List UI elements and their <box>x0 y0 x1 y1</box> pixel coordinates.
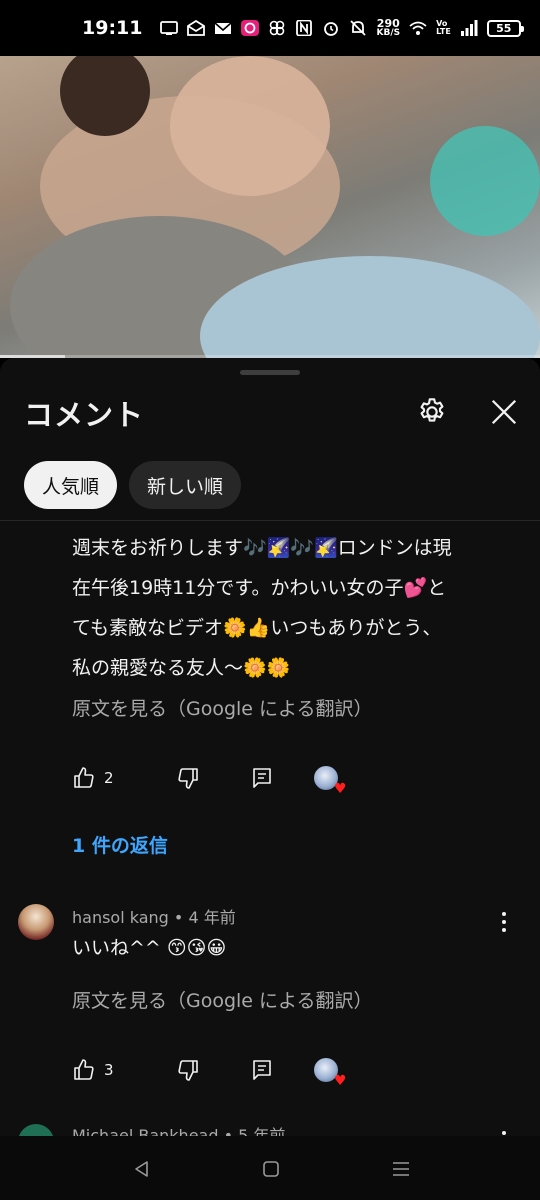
network-speed-unit: KB/S <box>376 28 401 38</box>
nav-recents-button[interactable] <box>386 1154 416 1184</box>
creator-heart: ♥ <box>313 1057 347 1088</box>
status-time: 19:11 <box>82 17 143 39</box>
comment-dot: • <box>173 908 189 927</box>
avatar[interactable] <box>18 1124 54 1136</box>
like-button[interactable]: 3 <box>72 1058 114 1082</box>
volte-indicator: Vo LTE <box>436 20 451 36</box>
dislike-button[interactable] <box>176 766 200 790</box>
comment-text: いいね^^ 😙😘😀 <box>72 937 227 959</box>
comment-text-line: 在午後19時11分です。かわいい女の子💕と <box>72 577 447 599</box>
menu-lines-icon <box>393 1162 409 1176</box>
mail-icon <box>214 20 233 36</box>
video-player[interactable] <box>0 56 540 358</box>
comment-author[interactable]: Michael Bankhead <box>72 1126 219 1136</box>
comment-dot: • <box>223 1126 239 1136</box>
view-replies-link[interactable]: 1 件の返信 <box>72 831 168 858</box>
comment-reply-icon <box>252 768 271 788</box>
comment-time: 5 年前 <box>238 1126 286 1136</box>
comment-actions: 3 ♥ <box>72 1055 347 1088</box>
heart-icon: ♥ <box>333 1073 347 1089</box>
comment-author-line: hansol kang • 4 年前 <box>72 904 236 928</box>
close-icon <box>491 399 517 425</box>
home-square-icon <box>263 1161 279 1177</box>
gear-icon <box>420 398 444 422</box>
sort-chip-newest[interactable]: 新しい順 <box>129 461 242 509</box>
pinwheel-icon <box>268 20 286 36</box>
sort-chip-top[interactable]: 人気順 <box>24 461 118 509</box>
see-original-link[interactable]: 原文を見る（Google による翻訳） <box>72 986 372 1013</box>
close-button[interactable] <box>486 394 522 430</box>
volte-bottom: LTE <box>436 27 451 36</box>
nav-home-button[interactable] <box>256 1154 286 1184</box>
thumbs-down-icon <box>177 768 198 789</box>
comment-reply-icon <box>252 1060 271 1080</box>
drag-handle[interactable] <box>240 370 300 375</box>
mail-open-icon <box>187 20 206 36</box>
thumbs-up-icon <box>74 767 94 788</box>
heart-icon: ♥ <box>333 781 347 797</box>
see-original-link[interactable]: 原文を見る（Google による翻訳） <box>72 694 372 721</box>
wifi-icon <box>409 20 427 36</box>
back-triangle-icon <box>135 1161 148 1177</box>
comment-actions: 2 ♥ <box>72 763 347 796</box>
alarm-icon <box>322 20 340 36</box>
thumbs-down-icon <box>177 1060 198 1081</box>
comment-author-line: Michael Bankhead • 5 年前 <box>72 1122 285 1136</box>
network-speed: 290 KB/S <box>376 18 400 38</box>
comment-text: 週末をお祈りします🎶🌠🎶🌠ロンドンは現 在午後19時11分です。かわいい女の子💕… <box>72 528 512 688</box>
creator-heart: ♥ <box>313 765 347 796</box>
sort-chips: 人気順 新しい順 <box>24 461 242 509</box>
status-bar: 19:11 290 KB/S Vo LTE 55 <box>0 0 540 56</box>
sheet-title: コメント <box>24 398 145 432</box>
like-button[interactable]: 2 <box>72 766 114 790</box>
signal-icon <box>460 20 478 36</box>
comment-text-line: ても素敵なビデオ🌼👍いつもありがとう、 <box>72 617 442 639</box>
thumbs-up-icon <box>74 1059 94 1080</box>
video-frame-region <box>430 126 540 236</box>
mute-icon <box>349 20 367 36</box>
like-count: 3 <box>104 1061 114 1079</box>
status-icons: 290 KB/S Vo LTE 55 <box>160 18 524 38</box>
like-count: 2 <box>104 769 114 787</box>
avatar[interactable] <box>18 904 54 940</box>
app-notification-icon <box>241 20 260 36</box>
comment-text-line: 週末をお祈りします🎶🌠🎶🌠ロンドンは現 <box>72 537 452 559</box>
more-options-button[interactable] <box>494 1128 514 1136</box>
comment-time: 4 年前 <box>188 908 236 927</box>
settings-button[interactable] <box>414 394 450 430</box>
reply-button[interactable] <box>250 1058 274 1082</box>
cast-icon <box>160 20 179 36</box>
battery-indicator: 55 <box>486 19 524 37</box>
system-nav-bar <box>0 1136 540 1200</box>
reply-button[interactable] <box>250 766 274 790</box>
comments-sheet: コメント 人気順 新しい順 週末をお祈りします🎶🌠🎶🌠ロンドンは現 在午後19時… <box>0 358 540 1136</box>
comment-text-line: 私の親愛なる友人～🌼🌼 <box>72 657 291 679</box>
nfc-icon <box>295 20 313 36</box>
dislike-button[interactable] <box>176 1058 200 1082</box>
divider <box>0 520 540 521</box>
video-frame-region <box>170 56 330 196</box>
comment-author[interactable]: hansol kang <box>72 908 169 927</box>
nav-back-button[interactable] <box>127 1154 157 1184</box>
